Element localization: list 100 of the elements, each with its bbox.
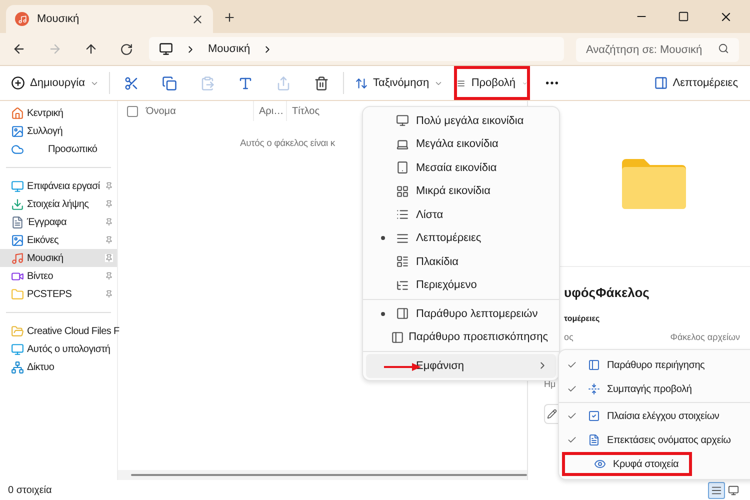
menu-item[interactable]: Συμπαγής προβολή <box>559 377 750 401</box>
cut-icon[interactable] <box>124 76 139 90</box>
pin-icon[interactable] <box>105 182 113 190</box>
menu-item[interactable]: Μικρά εικονίδια <box>366 180 556 203</box>
up-icon[interactable] <box>84 42 98 56</box>
grid-icon <box>396 184 408 198</box>
check-icon <box>567 384 577 394</box>
document-icon <box>11 216 24 228</box>
monitor-icon <box>159 42 173 56</box>
tablet-icon <box>396 161 408 174</box>
file-icon <box>588 434 600 446</box>
details-button[interactable]: Λεπτομέρειες <box>654 74 750 92</box>
delete-icon[interactable] <box>314 76 329 90</box>
menu-item[interactable]: Παράθυρο λεπτομερειών <box>366 302 556 326</box>
menu-item[interactable]: Πολύ μεγάλα εικονίδια <box>366 109 556 132</box>
new-tab-icon[interactable] <box>223 11 236 24</box>
search-icon <box>718 43 729 54</box>
plus-icon <box>11 76 25 90</box>
pin-icon[interactable] <box>105 290 113 298</box>
menu-item[interactable]: Λεπτομέρειες <box>366 226 556 250</box>
compact-icon <box>588 383 600 395</box>
sidebar-item[interactable]: Κεντρική <box>0 104 117 122</box>
folder-icon <box>11 288 24 300</box>
column-header[interactable]: Τίτλος <box>287 101 320 121</box>
panel-right-icon <box>396 307 408 320</box>
property-label: Ημ <box>544 379 556 389</box>
sidebar-item[interactable]: PCSTEPS <box>0 285 117 303</box>
sidebar-item[interactable]: Μουσική <box>0 249 117 267</box>
sidebar-item[interactable]: Αυτός ο υπολογιστή <box>0 340 117 358</box>
search-field[interactable]: Αναζήτηση σε: Μουσική <box>576 38 739 62</box>
rename-icon[interactable] <box>238 76 253 90</box>
view-button[interactable]: Προβολή <box>454 66 530 100</box>
menu-item[interactable]: Παράθυρο προεπισκόπησης <box>366 326 556 349</box>
sidebar-item[interactable]: Συλλογή <box>0 122 117 140</box>
sidebar-item[interactable]: Στοιχεία λήψης <box>0 195 117 213</box>
pin-icon[interactable] <box>105 254 113 262</box>
menu-item[interactable]: Μεγάλα εικονίδια <box>366 132 556 156</box>
sidebar-item[interactable]: Creative Cloud Files F <box>0 322 117 340</box>
laptop-icon <box>396 138 408 151</box>
tiles-icon <box>396 255 408 268</box>
home-icon <box>11 106 24 120</box>
menu-item[interactable]: Παράθυρο περιήγησης <box>559 353 750 377</box>
pin-icon[interactable] <box>105 200 113 208</box>
check-icon <box>567 411 577 421</box>
menu-item[interactable]: Πλαίσια ελέγχου στοιχείων <box>559 404 750 428</box>
video-icon <box>11 270 24 282</box>
maximize-icon[interactable] <box>678 11 689 22</box>
menu-item[interactable]: Περιεχόμενο <box>366 274 556 297</box>
panel-right-icon <box>654 76 668 90</box>
image-icon <box>11 124 24 138</box>
lines-icon <box>396 232 408 245</box>
sidebar-item[interactable]: Βίντεο <box>0 267 117 285</box>
refresh-icon[interactable] <box>120 42 133 56</box>
content-list-icon <box>396 278 408 292</box>
sidebar-item[interactable]: Εικόνες <box>0 231 117 249</box>
music-icon <box>15 12 29 26</box>
property-label: ος <box>564 330 574 344</box>
music-icon <box>11 252 24 264</box>
pin-icon[interactable] <box>105 218 113 226</box>
sort-icon <box>354 76 368 90</box>
check-icon <box>567 435 577 445</box>
monitor-icon <box>396 114 408 128</box>
horizontal-scrollbar[interactable] <box>118 470 527 480</box>
pin-icon[interactable] <box>105 236 113 244</box>
menu-item[interactable]: Μεσαία εικονίδια <box>366 156 556 180</box>
back-icon[interactable] <box>12 42 26 56</box>
monitor-icon <box>11 342 24 356</box>
menu-item[interactable]: Κρυφά στοιχεία <box>562 452 692 476</box>
lines-icon <box>711 484 722 496</box>
image-icon <box>11 234 24 246</box>
details-section-heading: τομέρειες <box>564 312 601 324</box>
checkbox[interactable] <box>127 106 138 116</box>
menu-item[interactable]: Επεκτάσεις ονόματος αρχείω <box>559 428 750 452</box>
check-icon <box>567 360 577 370</box>
pin-icon[interactable] <box>105 272 113 280</box>
close-tab-icon[interactable] <box>191 12 204 26</box>
address-field[interactable]: Μουσική <box>149 37 564 61</box>
column-header[interactable]: Αρι… <box>254 101 287 121</box>
folder-icon <box>11 324 24 338</box>
menu-item[interactable]: Εμφάνιση <box>366 354 556 378</box>
details-view-button[interactable] <box>708 482 725 498</box>
copy-icon[interactable] <box>162 76 177 90</box>
panel-icon <box>390 330 404 344</box>
sidebar-item[interactable]: Προσωπικό <box>0 140 117 158</box>
column-header[interactable]: Όνομα <box>118 101 254 121</box>
window-tab[interactable]: Μουσική <box>6 5 213 33</box>
tab-title: Μουσική <box>37 12 80 27</box>
download-icon <box>11 198 24 210</box>
panel-icon <box>588 359 600 371</box>
property-value: Φάκελος αρχείων <box>670 330 740 344</box>
sidebar-item[interactable]: Έγγραφα <box>0 213 117 231</box>
empty-folder-message: Αυτός ο φάκελος είναι κ <box>240 138 335 149</box>
menu-item[interactable]: Πλακίδια <box>366 250 556 274</box>
sidebar-item[interactable]: Επιφάνεια εργασί <box>0 177 117 195</box>
sort-button[interactable]: Ταξινόμηση <box>344 74 454 92</box>
menu-item[interactable]: Λίστα <box>366 203 556 226</box>
new-button[interactable]: Δημιουργία <box>0 74 109 92</box>
breadcrumb[interactable]: Μουσική <box>208 40 250 58</box>
monitor-icon <box>728 484 739 496</box>
sidebar-item[interactable]: Δίκτυο <box>0 358 117 376</box>
